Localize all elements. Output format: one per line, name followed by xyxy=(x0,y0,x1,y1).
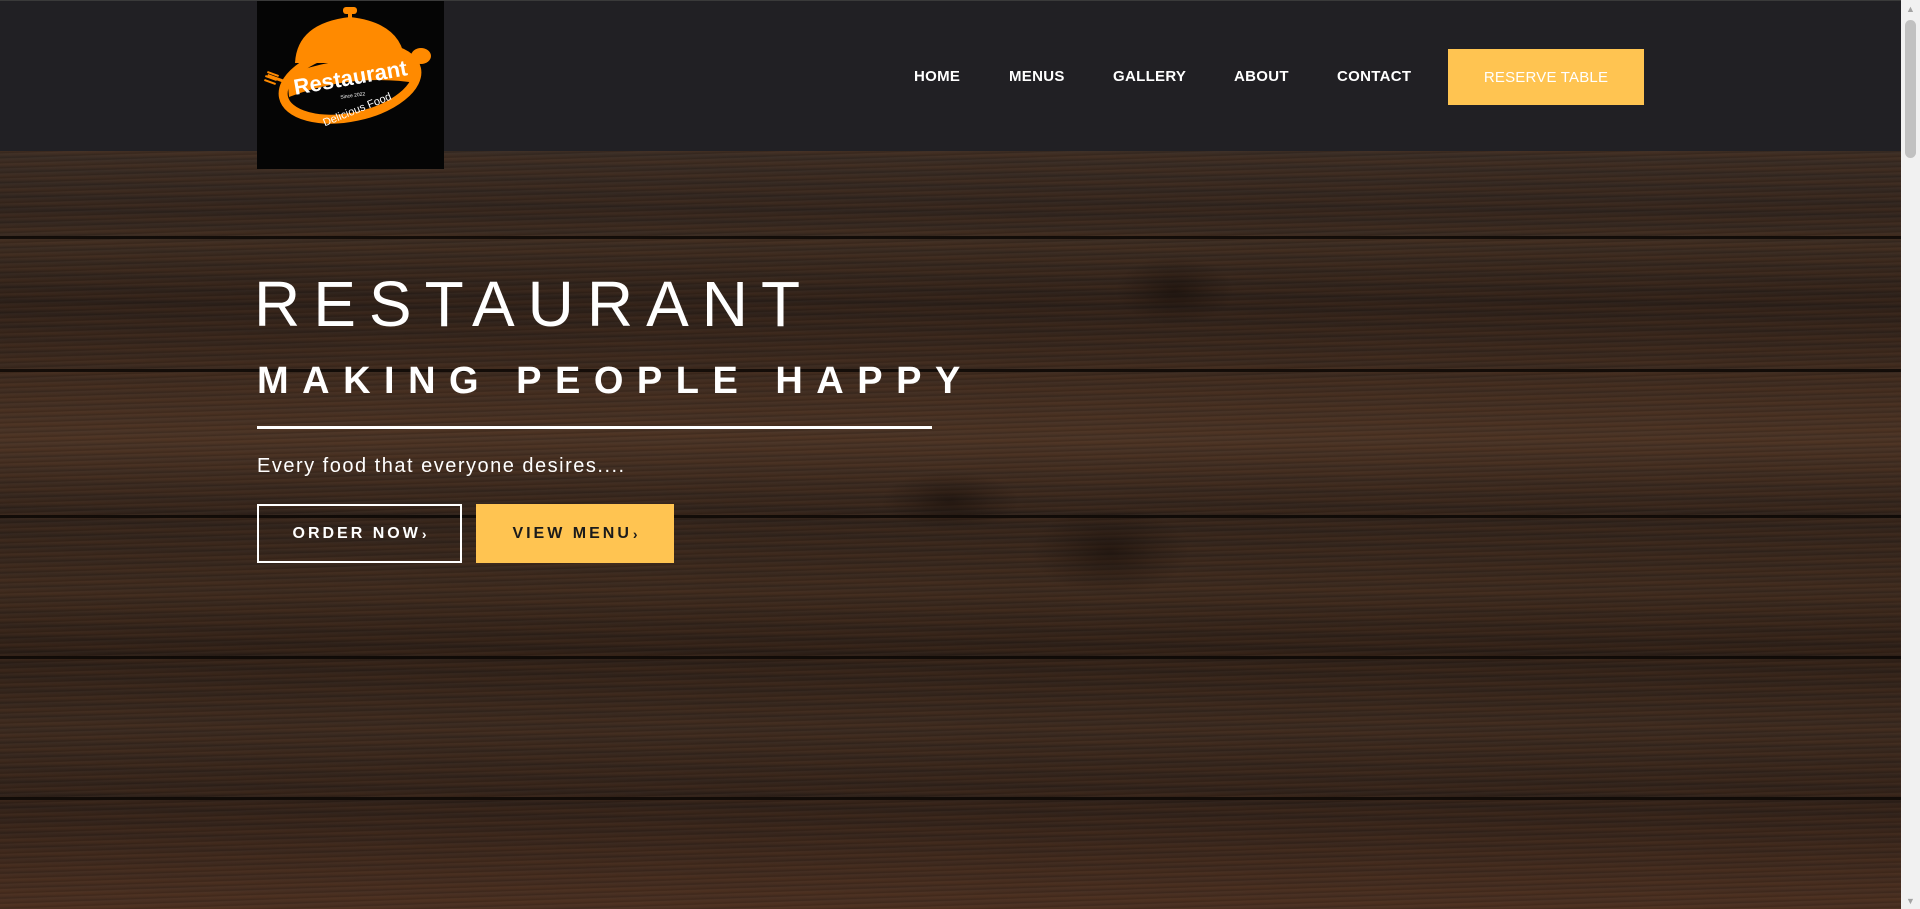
nav-contact[interactable]: CONTACT xyxy=(1337,68,1411,85)
logo[interactable]: Restaurant Since 2022 Delicious Food xyxy=(257,1,444,169)
wood-seam xyxy=(0,797,1901,800)
chevron-right-icon: › xyxy=(421,525,427,542)
reserve-table-button[interactable]: RESERVE TABLE xyxy=(1448,49,1644,105)
wood-knot xyxy=(880,471,1020,531)
hero-tagline: Every food that everyone desires.... xyxy=(257,455,626,477)
hero-subtitle: MAKING PEOPLE HAPPY xyxy=(257,360,974,402)
scroll-up-icon[interactable]: ▲ xyxy=(1901,0,1920,17)
chevron-right-icon: › xyxy=(632,525,638,542)
scroll-thumb[interactable] xyxy=(1905,20,1916,158)
wood-knot xyxy=(1115,256,1235,326)
view-menu-label: VIEW MENU xyxy=(512,524,632,542)
scroll-down-icon[interactable]: ▼ xyxy=(1901,892,1920,909)
vertical-scrollbar[interactable]: ▲ ▼ xyxy=(1901,0,1920,909)
wood-seam xyxy=(0,236,1901,239)
page: HOME MENUS GALLERY ABOUT CONTACT RESERVE… xyxy=(0,0,1920,909)
nav-gallery[interactable]: GALLERY xyxy=(1113,68,1186,85)
cloche-fork-spoon-icon: Restaurant Since 2022 Delicious Food xyxy=(264,7,431,129)
wood-knot xyxy=(1030,506,1190,596)
hero-divider xyxy=(257,426,932,429)
view-menu-button[interactable]: VIEW MENU › xyxy=(476,504,674,563)
logo-since: Since 2022 xyxy=(340,91,366,100)
order-now-label: ORDER NOW xyxy=(292,524,421,542)
nav-about[interactable]: ABOUT xyxy=(1234,68,1289,85)
nav-menus[interactable]: MENUS xyxy=(1009,68,1065,85)
order-now-button[interactable]: ORDER NOW › xyxy=(257,504,462,563)
nav-home[interactable]: HOME xyxy=(914,68,960,85)
hero-title: RESTAURANT xyxy=(254,268,814,340)
wood-seam xyxy=(0,656,1901,659)
